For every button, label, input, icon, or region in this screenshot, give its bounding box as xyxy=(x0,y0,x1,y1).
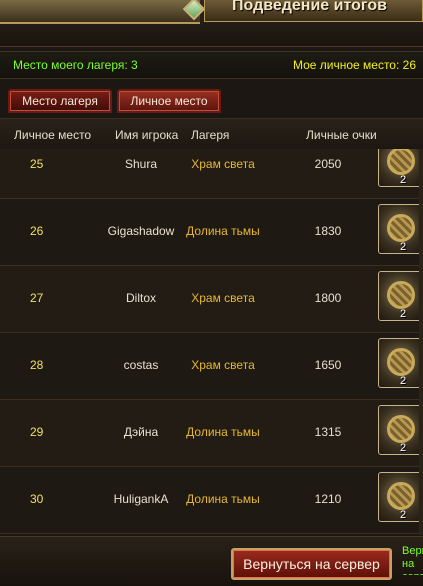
treasure-chest-icon xyxy=(387,214,415,242)
page-title: Подведение итогов xyxy=(232,0,387,14)
row-score: 1650 xyxy=(314,358,342,372)
reward-quantity: 2 xyxy=(400,442,407,454)
row-camp: Храм света xyxy=(191,358,255,372)
row-camp: Долина тьмы xyxy=(186,425,260,439)
reward-slot[interactable]: 2 xyxy=(378,472,422,522)
row-player-name: costas xyxy=(123,358,159,372)
row-camp: Храм света xyxy=(191,157,255,171)
column-header-camp: Лагеря xyxy=(191,128,230,142)
row-score: 2050 xyxy=(314,157,342,171)
table-row: 27 Diltox Храм света 1800 2 xyxy=(0,266,423,333)
footer-note-text: Вернуться на сервер и получить награду xyxy=(402,545,423,575)
camp-place-text: Место моего лагеря: 3 xyxy=(13,58,138,72)
table-row: 29 Дэйна Долина тьмы 1315 2 xyxy=(0,400,423,467)
scrollbar[interactable] xyxy=(419,149,423,535)
column-header-rank: Личное место xyxy=(14,128,92,142)
footer-bar: Вернуться на сервер Вернуться на сервер … xyxy=(0,536,423,586)
table-header: Личное место Имя игрока Лагеря Личные оч… xyxy=(0,118,423,150)
table-row: 30 HuligankA Долина тьмы 1210 2 xyxy=(0,467,423,534)
reward-slot[interactable]: 2 xyxy=(378,149,422,187)
table-row: 25 Shura Храм света 2050 2 xyxy=(0,149,423,199)
reward-slot[interactable]: 2 xyxy=(378,405,422,455)
status-bar: Место моего лагеря: 3 Мое личное место: … xyxy=(0,51,423,79)
reward-quantity: 2 xyxy=(400,308,407,320)
row-player-name: HuligankA xyxy=(113,492,169,506)
treasure-chest-icon xyxy=(387,149,415,175)
tab-camp-place[interactable]: Место лагеря xyxy=(8,89,112,113)
treasure-chest-icon xyxy=(387,415,415,443)
personal-place-text: Мое личное место: 26 xyxy=(292,58,416,72)
reward-quantity: 2 xyxy=(400,375,407,387)
reward-quantity: 2 xyxy=(400,509,407,521)
reward-quantity: 2 xyxy=(400,241,407,253)
row-camp: Храм света xyxy=(191,291,255,305)
row-rank: 26 xyxy=(30,224,44,238)
row-rank: 25 xyxy=(30,157,44,171)
row-player-name: Дэйна xyxy=(123,425,159,439)
column-header-player: Имя игрока xyxy=(115,128,179,142)
row-player-name: Diltox xyxy=(125,291,156,305)
tab-bar: Место лагеря Личное место xyxy=(0,84,423,116)
row-score: 1315 xyxy=(314,425,342,439)
row-score: 1800 xyxy=(314,291,342,305)
row-camp: Долина тьмы xyxy=(186,492,260,506)
reward-slot[interactable]: 2 xyxy=(378,204,422,254)
return-to-server-button[interactable]: Вернуться на сервер xyxy=(231,548,392,580)
row-rank: 30 xyxy=(30,492,44,506)
title-ornament xyxy=(0,0,200,24)
treasure-chest-icon xyxy=(387,281,415,309)
row-rank: 27 xyxy=(30,291,44,305)
table-row: 26 Gigashadow Долина тьмы 1830 2 xyxy=(0,199,423,266)
row-player-name: Shura xyxy=(124,157,158,171)
row-score: 1210 xyxy=(314,492,342,506)
column-header-score: Личные очки xyxy=(306,128,377,142)
reward-slot[interactable]: 2 xyxy=(378,271,422,321)
treasure-chest-icon xyxy=(387,482,415,510)
table-row: 28 costas Храм света 1650 2 xyxy=(0,333,423,400)
row-camp: Долина тьмы xyxy=(186,224,260,238)
row-player-name: Gigashadow xyxy=(107,224,175,238)
ranking-list[interactable]: 25 Shura Храм света 2050 2 26 Gigashadow… xyxy=(0,149,423,535)
reward-slot[interactable]: 2 xyxy=(378,338,422,388)
title-bar: Подведение итогов xyxy=(0,0,423,47)
tab-personal-place[interactable]: Личное место xyxy=(117,89,221,113)
row-rank: 29 xyxy=(30,425,44,439)
treasure-chest-icon xyxy=(387,348,415,376)
row-rank: 28 xyxy=(30,358,44,372)
row-score: 1830 xyxy=(314,224,342,238)
reward-quantity: 2 xyxy=(400,174,407,186)
